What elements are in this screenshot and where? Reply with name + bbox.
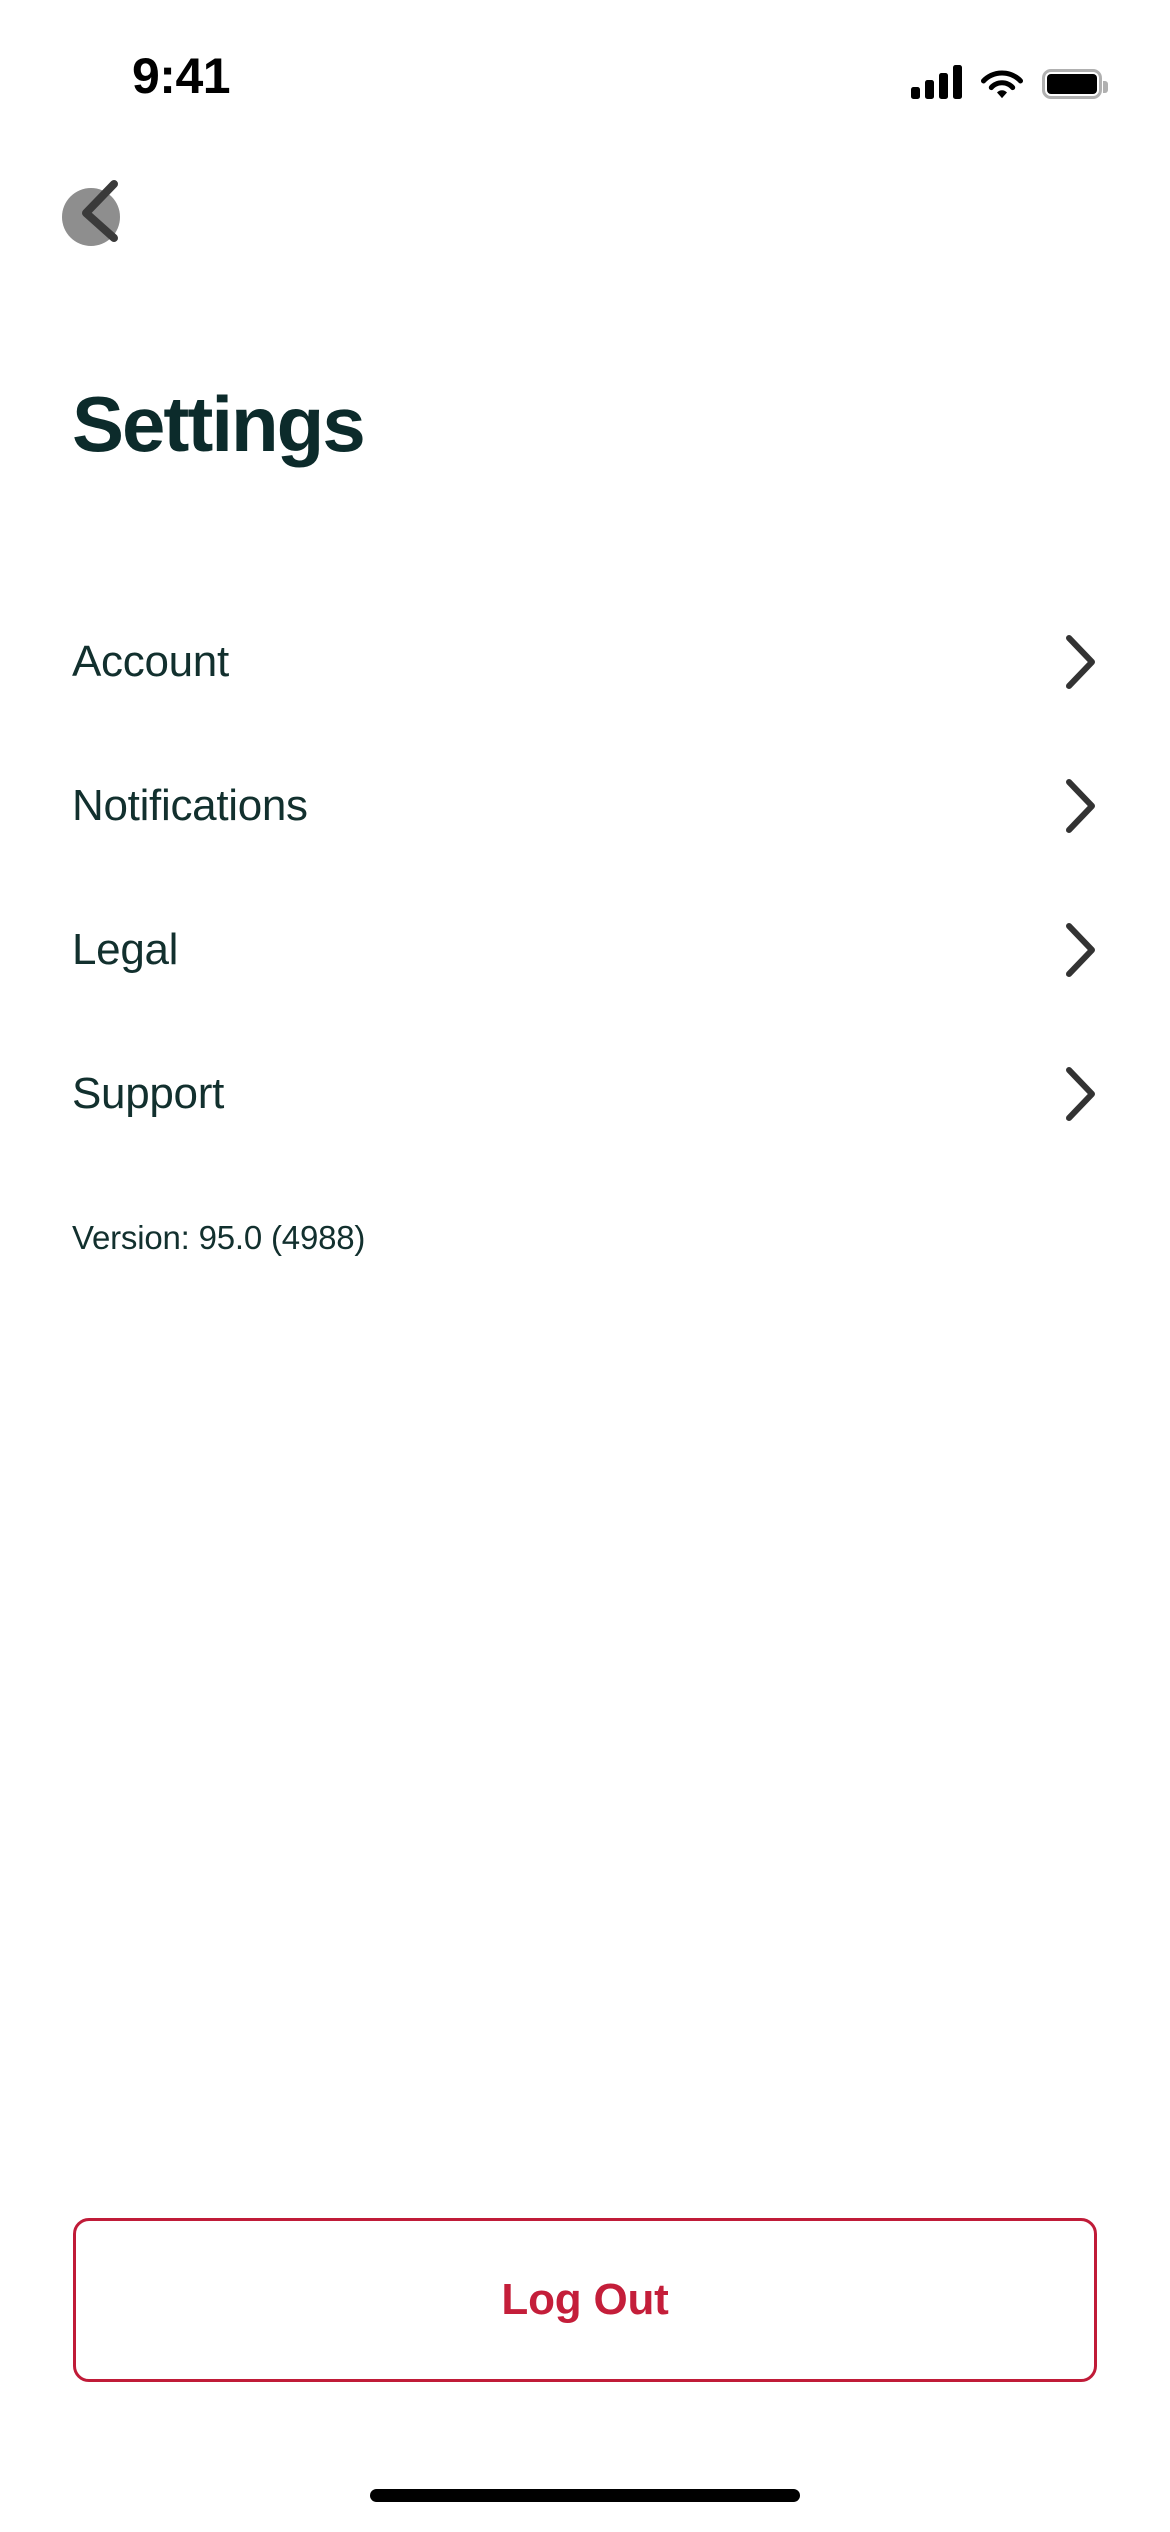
settings-list: Account Notifications Legal Support — [72, 590, 1098, 1166]
settings-screen: 9:41 Settings Account Notifications Lega… — [0, 0, 1170, 2532]
settings-row-account[interactable]: Account — [72, 590, 1098, 734]
page-title: Settings — [72, 380, 366, 468]
back-button[interactable] — [62, 180, 122, 248]
cellular-signal-icon — [911, 65, 962, 99]
version-label: Version: 95.0 (4988) — [72, 1219, 366, 1256]
settings-row-notifications[interactable]: Notifications — [72, 734, 1098, 878]
log-out-button-label: Log Out — [501, 2275, 669, 2324]
settings-row-support[interactable]: Support — [72, 1022, 1098, 1166]
chevron-right-icon — [1066, 1067, 1095, 1121]
home-indicator[interactable] — [370, 2489, 800, 2502]
status-bar: 9:41 — [0, 0, 1170, 130]
chevron-right-icon — [1066, 779, 1095, 833]
settings-row-label: Legal — [72, 925, 179, 974]
battery-full-icon — [1042, 69, 1108, 99]
status-bar-icons — [911, 55, 1108, 99]
settings-row-label: Support — [72, 1069, 225, 1118]
wifi-icon — [980, 70, 1024, 99]
status-bar-time: 9:41 — [132, 48, 231, 104]
settings-row-label: Account — [72, 637, 229, 686]
chevron-left-icon — [82, 180, 118, 242]
chevron-right-icon — [1066, 635, 1095, 689]
chevron-right-icon — [1066, 923, 1095, 977]
log-out-button[interactable]: Log Out — [73, 2218, 1097, 2382]
settings-row-legal[interactable]: Legal — [72, 878, 1098, 1022]
settings-row-label: Notifications — [72, 781, 308, 830]
